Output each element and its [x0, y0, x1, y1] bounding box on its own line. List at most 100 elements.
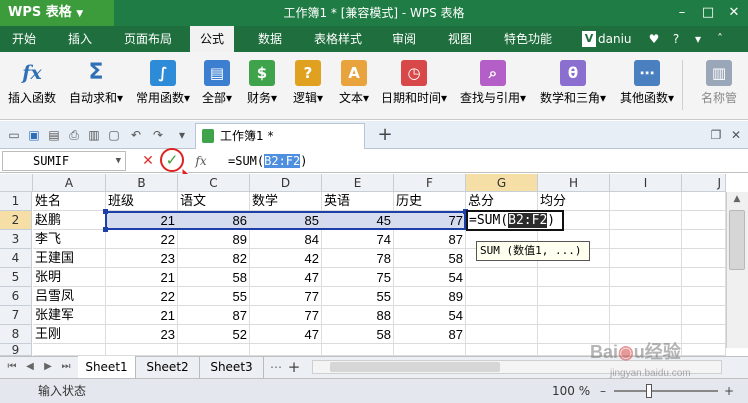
skin-icon[interactable]: ▾: [688, 26, 708, 52]
grid-cell[interactable]: 84: [250, 230, 322, 249]
grid-cell[interactable]: [610, 306, 682, 325]
row-header[interactable]: 6: [0, 287, 32, 306]
grid-cell[interactable]: 54: [394, 306, 466, 325]
lookup-button[interactable]: ⌕ 查找与引用▾: [454, 56, 532, 114]
grid-cell[interactable]: 王建国: [33, 249, 106, 268]
zoom-slider-thumb[interactable]: [646, 384, 652, 398]
name-box[interactable]: SUMIF ▼: [2, 151, 126, 171]
row-header[interactable]: 9: [0, 344, 32, 356]
undo-icon[interactable]: ↶: [128, 127, 144, 143]
common-functions-button[interactable]: ∫ 常用函数▾: [130, 56, 196, 114]
menu-table-style[interactable]: 表格样式: [306, 26, 370, 52]
grid-cell[interactable]: [538, 287, 610, 306]
formula-input[interactable]: =SUM(B2:F2): [224, 151, 744, 171]
vertical-scroll-thumb[interactable]: [729, 210, 745, 270]
restore-doc-icon[interactable]: ❐: [708, 127, 724, 143]
row-header[interactable]: 8: [0, 325, 32, 344]
app-logo-button[interactable]: WPS 表格 ▼: [0, 0, 114, 26]
grid-cell[interactable]: 74: [322, 230, 394, 249]
grid-cell[interactable]: [466, 344, 538, 356]
math-button[interactable]: θ 数学和三角▾: [534, 56, 612, 114]
grid-cell[interactable]: [106, 344, 178, 356]
edit-cell-g2[interactable]: =SUM(B2:F2): [466, 210, 564, 231]
grid-cell[interactable]: [682, 249, 726, 268]
row-header[interactable]: 5: [0, 268, 32, 287]
grid-cell[interactable]: 张明: [33, 268, 106, 287]
open-icon[interactable]: ▢: [106, 127, 122, 143]
column-header-g[interactable]: G: [466, 174, 538, 192]
grid-cell[interactable]: 58: [394, 249, 466, 268]
text-button[interactable]: A 文本▾: [332, 56, 376, 114]
minimize-button[interactable]: –: [670, 3, 694, 23]
grid-cell[interactable]: 55: [322, 287, 394, 306]
grid-cell[interactable]: 47: [250, 268, 322, 287]
grid-cell[interactable]: 班级: [106, 192, 178, 211]
grid-cell[interactable]: [466, 325, 538, 344]
row-header[interactable]: 7: [0, 306, 32, 325]
finance-button[interactable]: $ 财务▾: [240, 56, 284, 114]
menu-review[interactable]: 审阅: [382, 26, 426, 52]
range-handle[interactable]: [103, 209, 108, 214]
grid-cell[interactable]: 77: [250, 287, 322, 306]
grid-cell[interactable]: 77: [250, 306, 322, 325]
print-preview-icon[interactable]: ▤: [46, 127, 62, 143]
horizontal-scroll-thumb[interactable]: [330, 362, 500, 372]
menu-data[interactable]: 数据: [248, 26, 292, 52]
help-icon[interactable]: ?: [666, 26, 686, 52]
grid-cell[interactable]: 54: [394, 268, 466, 287]
column-header-j[interactable]: J: [682, 174, 726, 192]
grid-cell[interactable]: [610, 230, 682, 249]
grid-cell[interactable]: 历史: [394, 192, 466, 211]
grid-cell[interactable]: 78: [322, 249, 394, 268]
grid-cell[interactable]: 数学: [250, 192, 322, 211]
grid-cell[interactable]: [33, 344, 106, 356]
menu-insert[interactable]: 插入: [58, 26, 102, 52]
next-sheet-icon[interactable]: ▶: [40, 359, 56, 375]
grid-cell[interactable]: [466, 287, 538, 306]
datetime-button[interactable]: ◷ 日期和时间▾: [376, 56, 452, 114]
range-handle[interactable]: [103, 227, 108, 232]
zoom-in-button[interactable]: +: [722, 384, 736, 398]
logic-button[interactable]: ? 逻辑▾: [286, 56, 330, 114]
grid-cell[interactable]: [322, 344, 394, 356]
grid-cell[interactable]: 均分: [538, 192, 610, 211]
last-sheet-icon[interactable]: ⏭: [58, 359, 74, 375]
grid-cell[interactable]: 23: [106, 249, 178, 268]
grid-cell[interactable]: [538, 306, 610, 325]
menu-page-layout[interactable]: 页面布局: [118, 26, 178, 52]
grid-cell[interactable]: 英语: [322, 192, 394, 211]
maximize-button[interactable]: □: [696, 3, 720, 23]
grid-cell[interactable]: [466, 268, 538, 287]
grid-cell[interactable]: 87: [394, 230, 466, 249]
other-functions-button[interactable]: ⋯ 其他函数▾: [614, 56, 680, 114]
grid-cell[interactable]: 89: [178, 230, 250, 249]
zoom-out-button[interactable]: –: [596, 384, 610, 398]
more-sheets-icon[interactable]: ⋯: [266, 356, 286, 378]
grid-cell[interactable]: [682, 211, 726, 230]
grid-cell[interactable]: [682, 230, 726, 249]
grid-cell[interactable]: 22: [106, 287, 178, 306]
grid-cell[interactable]: 赵鹏: [33, 211, 106, 230]
grid-cell[interactable]: 李飞: [33, 230, 106, 249]
grid-cell[interactable]: [610, 268, 682, 287]
grid-cell[interactable]: 88: [322, 306, 394, 325]
grid-cell[interactable]: [682, 344, 726, 356]
column-header-i[interactable]: I: [610, 174, 682, 192]
grid-cell[interactable]: [610, 287, 682, 306]
zoom-slider-track[interactable]: [614, 390, 718, 392]
cancel-entry-button[interactable]: ✕: [140, 151, 156, 171]
add-sheet-button[interactable]: +: [284, 356, 304, 378]
close-button[interactable]: ✕: [722, 3, 746, 23]
menu-view[interactable]: 视图: [438, 26, 482, 52]
column-header-c[interactable]: C: [178, 174, 250, 192]
autosum-button[interactable]: Σ 自动求和▾: [62, 56, 130, 114]
column-header-f[interactable]: F: [394, 174, 466, 192]
row-header[interactable]: 4: [0, 249, 32, 268]
ribbon-collapse-icon[interactable]: ˆ: [710, 26, 730, 52]
name-manager-button[interactable]: ▥ 名称管: [690, 56, 748, 114]
sheet-tab-sheet3[interactable]: Sheet3: [200, 356, 264, 378]
grid-cell[interactable]: [466, 306, 538, 325]
grid-cell[interactable]: 87: [178, 306, 250, 325]
print-area-icon[interactable]: ▥: [86, 127, 102, 143]
grid-cell[interactable]: 总分: [466, 192, 538, 211]
